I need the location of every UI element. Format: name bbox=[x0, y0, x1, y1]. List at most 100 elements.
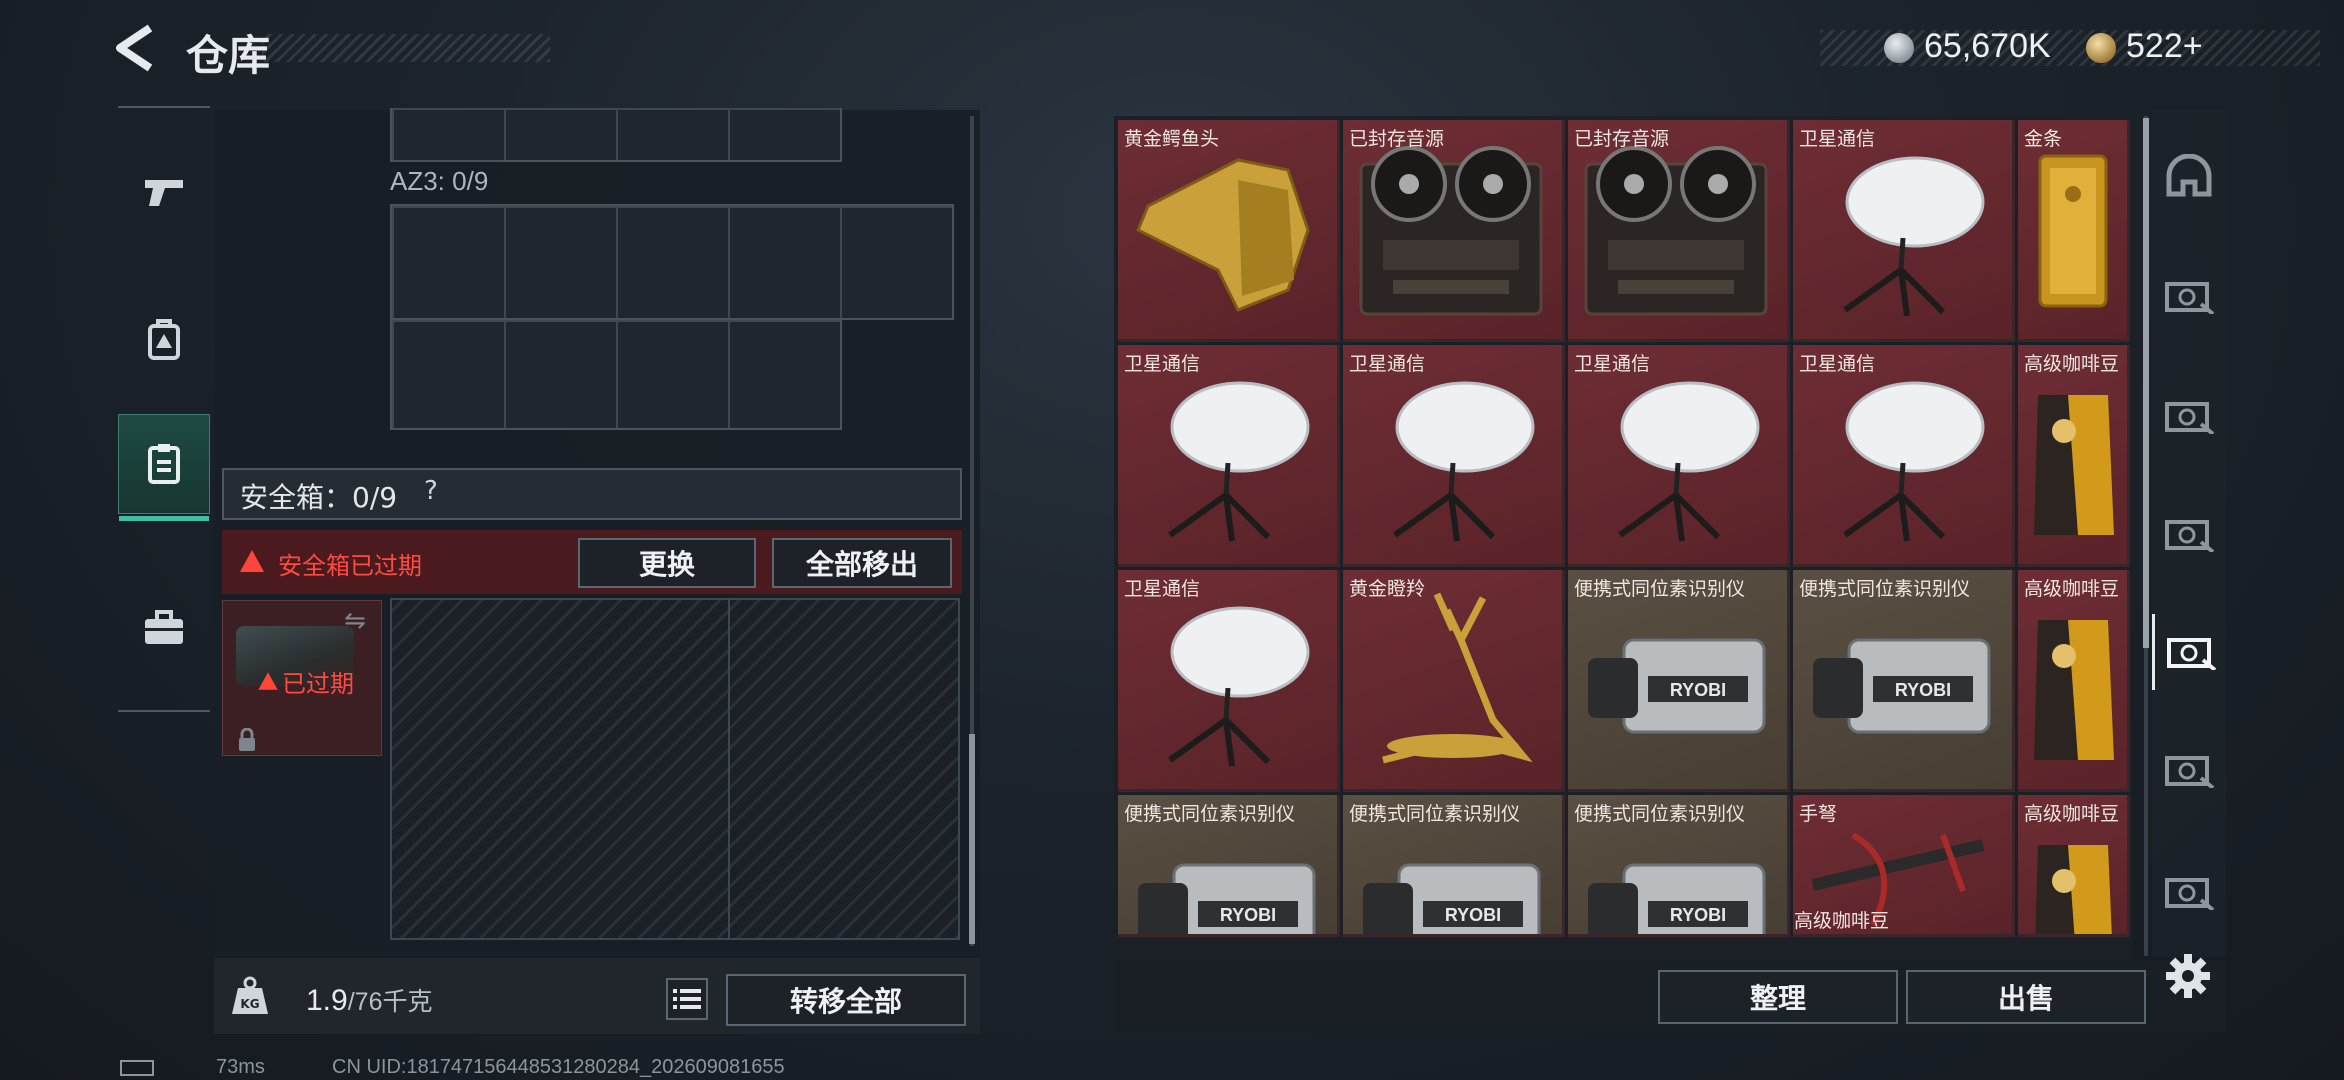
upper-container-grid[interactable] bbox=[390, 108, 842, 162]
weight-max: /76千克 bbox=[347, 988, 433, 1016]
item-name: 便携式同位素识别仪 bbox=[1124, 803, 1296, 825]
pistol-icon bbox=[145, 180, 183, 206]
item-cell[interactable]: 卫星通信 bbox=[1343, 345, 1565, 567]
helmet-icon bbox=[2165, 153, 2213, 202]
help-icon[interactable]: ? bbox=[424, 476, 438, 506]
equipment-slot-button[interactable] bbox=[2152, 614, 2226, 690]
az3-capacity-label: AZ3: 0/9 bbox=[390, 166, 489, 196]
svg-text:RYOBI: RYOBI bbox=[1220, 905, 1276, 925]
item-name: 已封存音源 bbox=[1349, 128, 1445, 150]
item-cell[interactable]: 卫星通信 bbox=[1793, 120, 2015, 342]
page-title: 仓库 bbox=[186, 31, 271, 80]
swap-icon[interactable]: ⇋ bbox=[344, 606, 366, 636]
transfer-all-button[interactable]: 转移全部 bbox=[726, 974, 966, 1026]
item-cell[interactable]: 黄金鳄鱼头 bbox=[1118, 120, 1340, 342]
item-cell[interactable]: RYOBI 便携式同位素识别仪 bbox=[1568, 570, 1790, 792]
list-view-button[interactable] bbox=[666, 978, 708, 1020]
uid-text: CN UID:181747156448531280284_20260908165… bbox=[332, 1056, 785, 1078]
back-button[interactable] bbox=[110, 22, 160, 74]
rig-g-card-icon bbox=[2163, 274, 2215, 318]
equipment-slot-button[interactable] bbox=[2152, 140, 2226, 216]
az3-grid-bottom[interactable] bbox=[390, 318, 842, 430]
item-name: 高级咖啡豆 bbox=[2024, 803, 2120, 825]
item-name: 卫星通信 bbox=[1799, 128, 1876, 150]
category-briefcase[interactable] bbox=[118, 578, 210, 678]
az3-grid-top[interactable] bbox=[390, 204, 954, 320]
backpack-icon bbox=[148, 319, 180, 360]
item-cell[interactable]: 高级咖啡豆 bbox=[2018, 570, 2130, 792]
equipment-slot-button[interactable] bbox=[2152, 378, 2226, 454]
item-name: 已封存音源 bbox=[1574, 128, 1670, 150]
item-cell[interactable]: RYOBI 便携式同位素识别仪 bbox=[1343, 795, 1565, 937]
warning-icon bbox=[258, 672, 278, 690]
item-name: 手弩 bbox=[1799, 803, 1838, 825]
item-cell[interactable]: 高级咖啡豆 bbox=[2018, 345, 2130, 567]
rig-v-card-icon bbox=[2163, 748, 2215, 792]
svg-text:RYOBI: RYOBI bbox=[1895, 680, 1951, 700]
rig-v-card-icon bbox=[2165, 630, 2217, 674]
equipment-slot-button[interactable] bbox=[2152, 258, 2226, 334]
item-cell[interactable]: 卫星通信 bbox=[1568, 345, 1790, 567]
ping-text: 73ms bbox=[216, 1056, 265, 1078]
item-cell[interactable]: 已封存音源 bbox=[1568, 120, 1790, 342]
equipment-slot-button[interactable] bbox=[2152, 854, 2226, 930]
svg-text:RYOBI: RYOBI bbox=[1445, 905, 1501, 925]
rig-iv-card-icon bbox=[2163, 394, 2215, 438]
safe-box-grid bbox=[390, 598, 960, 940]
warning-icon bbox=[240, 550, 264, 572]
slot-expired-label: 已过期 bbox=[282, 670, 354, 698]
weight-current: 1.9 bbox=[306, 984, 348, 1017]
svg-text:RYOBI: RYOBI bbox=[1670, 680, 1726, 700]
item-name: 金条 bbox=[2024, 128, 2063, 150]
extra-item-label: 高级咖啡豆 bbox=[1794, 910, 1890, 932]
item-cell[interactable]: 已封存音源 bbox=[1343, 120, 1565, 342]
list-icon bbox=[673, 989, 701, 1009]
item-name: 便携式同位素识别仪 bbox=[1799, 578, 1971, 600]
item-name: 便携式同位素识别仪 bbox=[1574, 578, 1746, 600]
item-cell[interactable]: 黄金瞪羚 bbox=[1343, 570, 1565, 792]
item-cell[interactable]: 高级咖啡豆 bbox=[2018, 795, 2130, 937]
settings-gear-icon[interactable] bbox=[2160, 948, 2216, 1004]
safe-box-capacity-label: 安全箱：0/9 bbox=[240, 481, 398, 514]
item-cell[interactable]: 卫星通信 bbox=[1793, 345, 2015, 567]
sort-button[interactable]: 整理 bbox=[1658, 970, 1898, 1024]
item-name: 卫星通信 bbox=[1124, 578, 1201, 600]
gold-coin-amount[interactable]: 522+ bbox=[2126, 27, 2203, 66]
silver-coin-icon bbox=[1884, 33, 1914, 63]
battery-icon bbox=[120, 1060, 154, 1076]
item-name: 高级咖啡豆 bbox=[2024, 353, 2120, 375]
item-name: 黄金鳄鱼头 bbox=[1124, 128, 1220, 150]
category-backpack[interactable] bbox=[118, 290, 210, 390]
items-scrollbar-thumb[interactable] bbox=[2143, 118, 2149, 648]
silver-coin-amount: 65,670K bbox=[1924, 27, 2051, 65]
item-cell[interactable]: RYOBI 便携式同位素识别仪 bbox=[1568, 795, 1790, 937]
safe-box-icon bbox=[148, 444, 180, 484]
equipment-slot-button[interactable] bbox=[2152, 496, 2226, 572]
replace-button[interactable]: 更换 bbox=[578, 538, 756, 588]
category-safe-box[interactable] bbox=[118, 414, 210, 521]
weight-text: 1.9/76千克 bbox=[306, 982, 432, 1018]
item-name: 卫星通信 bbox=[1799, 353, 1876, 375]
item-cell[interactable]: 卫星通信 bbox=[1118, 570, 1340, 792]
item-name: 便携式同位素识别仪 bbox=[1574, 803, 1746, 825]
item-cell[interactable]: RYOBI 便携式同位素识别仪 bbox=[1793, 570, 2015, 792]
svg-text:RYOBI: RYOBI bbox=[1670, 905, 1726, 925]
category-sidebar bbox=[118, 106, 210, 712]
item-name: 便携式同位素识别仪 bbox=[1349, 803, 1521, 825]
svg-text:KG: KG bbox=[240, 997, 259, 1011]
item-cell[interactable]: RYOBI 便携式同位素识别仪 bbox=[1118, 795, 1340, 937]
briefcase-icon bbox=[145, 610, 183, 644]
rig-g-card-icon bbox=[2163, 870, 2215, 914]
item-cell[interactable]: 金条 bbox=[2018, 120, 2130, 342]
item-cell[interactable]: 卫星通信 bbox=[1118, 345, 1340, 567]
storage-scrollbar-thumb[interactable] bbox=[969, 734, 975, 944]
rig-v-card-icon bbox=[2163, 512, 2215, 556]
category-weapon[interactable] bbox=[118, 142, 210, 242]
weight-icon: KG bbox=[232, 976, 268, 1014]
remove-all-button[interactable]: 全部移出 bbox=[772, 538, 952, 588]
item-name: 高级咖啡豆 bbox=[2024, 578, 2120, 600]
sell-button[interactable]: 出售 bbox=[1906, 970, 2146, 1024]
expired-alert-text: 安全箱已过期 bbox=[278, 552, 422, 580]
equipment-slot-button[interactable] bbox=[2152, 732, 2226, 808]
item-name: 黄金瞪羚 bbox=[1349, 578, 1426, 600]
